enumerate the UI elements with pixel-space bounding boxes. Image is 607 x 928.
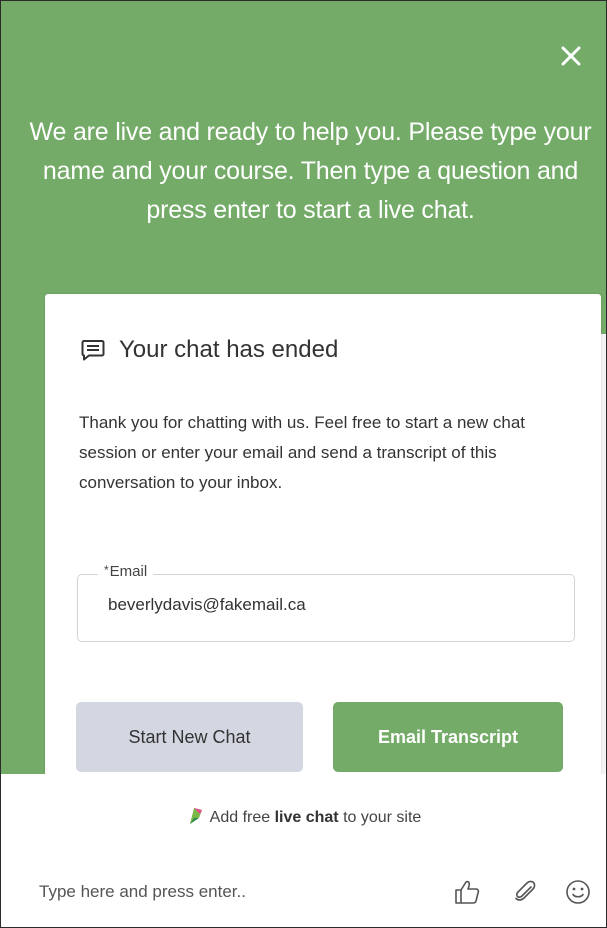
chat-ended-card: Your chat has ended Thank you for chatti… xyxy=(45,294,601,774)
header-message: We are live and ready to help you. Pleas… xyxy=(29,118,592,224)
email-transcript-button[interactable]: Email Transcript xyxy=(333,702,563,772)
card-title: Your chat has ended xyxy=(119,336,339,363)
promo-bold: live chat xyxy=(274,809,339,826)
promo-prefix: Add free xyxy=(209,809,275,826)
email-field-container: *Email xyxy=(77,563,575,642)
message-composer xyxy=(1,874,606,914)
smiley-icon[interactable] xyxy=(564,878,592,906)
thumbs-up-icon[interactable] xyxy=(453,878,481,906)
required-mark: * xyxy=(104,563,109,577)
card-body-text: Thank you for chatting with us. Feel fre… xyxy=(79,413,526,492)
close-button[interactable] xyxy=(556,41,586,71)
start-new-chat-button[interactable]: Start New Chat xyxy=(76,702,303,772)
right-edge-strip xyxy=(601,334,606,774)
promo-line: Add free live chat to your site xyxy=(1,804,606,827)
close-icon[interactable] xyxy=(556,41,586,71)
message-input[interactable] xyxy=(39,882,419,902)
chat-bubble-icon xyxy=(81,340,105,361)
left-accent-strip xyxy=(1,334,45,774)
paperclip-icon[interactable] xyxy=(511,878,539,906)
chat-footer: Add free live chat to your site xyxy=(1,774,606,927)
promo-suffix: to your site xyxy=(338,809,422,826)
tawk-logo-icon[interactable] xyxy=(186,804,206,826)
email-label-text: Email xyxy=(109,563,148,580)
email-label: *Email xyxy=(98,563,154,580)
card-title-row: Your chat has ended xyxy=(81,336,338,364)
email-input[interactable] xyxy=(108,595,548,615)
chat-widget: We are live and ready to help you. Pleas… xyxy=(0,0,607,928)
chat-header: We are live and ready to help you. Pleas… xyxy=(1,1,606,334)
promo-link[interactable]: Add free live chat to your site xyxy=(210,809,422,826)
